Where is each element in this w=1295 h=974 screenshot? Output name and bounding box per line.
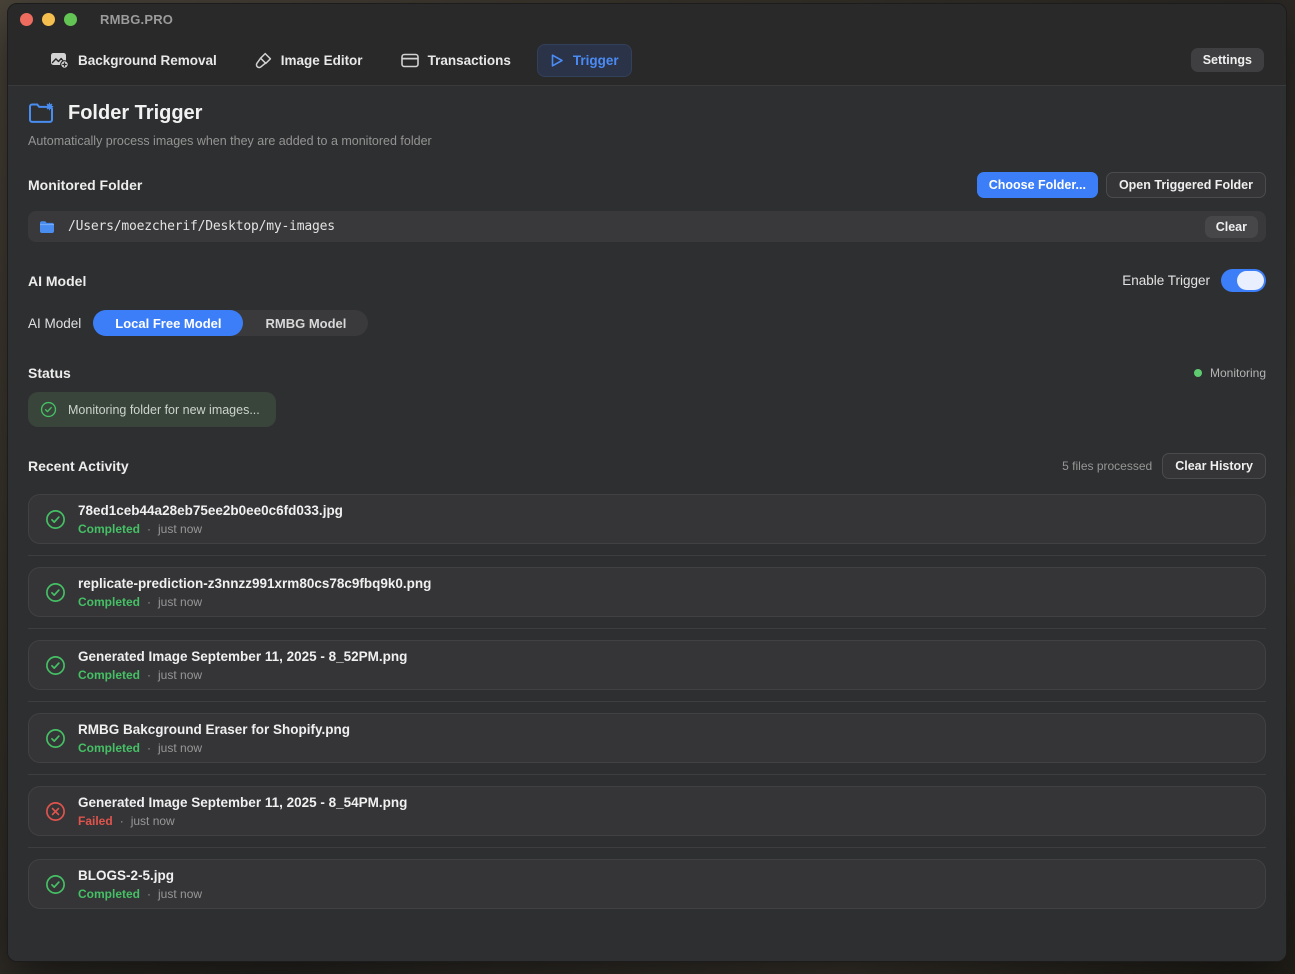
activity-filename: Generated Image September 11, 2025 - 8_5… — [78, 795, 407, 810]
page-subtitle: Automatically process images when they a… — [28, 134, 1266, 148]
folder-gear-icon — [28, 102, 55, 125]
activity-item[interactable]: RMBG Bakcground Eraser for Shopify.png C… — [28, 713, 1266, 763]
ai-model-segmented-control: Local Free Model RMBG Model — [93, 310, 368, 336]
activity-item[interactable]: BLOGS-2-5.jpg Completed · just now — [28, 859, 1266, 909]
activity-item[interactable]: replicate-prediction-z3nnzz991xrm80cs78c… — [28, 567, 1266, 617]
dot-separator: · — [147, 887, 151, 901]
ai-model-row-label: AI Model — [28, 316, 81, 331]
traffic-lights — [20, 13, 77, 26]
check-circle-icon — [45, 582, 66, 603]
activity-status: Completed — [78, 741, 140, 755]
segment-local-free-model[interactable]: Local Free Model — [93, 310, 243, 336]
tab-label: Transactions — [428, 53, 511, 68]
activity-filename: BLOGS-2-5.jpg — [78, 868, 202, 883]
trigger-page: Folder Trigger Automatically process ima… — [8, 86, 1286, 961]
monitored-folder-label: Monitored Folder — [28, 177, 142, 193]
open-triggered-folder-button[interactable]: Open Triggered Folder — [1106, 172, 1266, 198]
check-circle-icon — [45, 874, 66, 895]
tab-label: Background Removal — [78, 53, 217, 68]
activity-time: just now — [158, 595, 202, 609]
monitoring-badge: Monitoring — [1194, 366, 1266, 380]
tab-label: Trigger — [573, 53, 619, 68]
check-circle-icon — [45, 509, 66, 530]
list-divider — [28, 628, 1266, 629]
list-divider — [28, 774, 1266, 775]
app-window: RMBG.PRO Background Removal Image Editor… — [7, 3, 1287, 962]
files-processed-count: 5 files processed — [1062, 459, 1152, 473]
tab-trigger[interactable]: Trigger — [537, 44, 632, 77]
monitored-folder-path-field[interactable]: /Users/moezcherif/Desktop/my-images Clea… — [28, 211, 1266, 242]
activity-status: Failed — [78, 814, 113, 828]
activity-filename: Generated Image September 11, 2025 - 8_5… — [78, 649, 407, 664]
dot-separator: · — [147, 595, 151, 609]
activity-item[interactable]: Generated Image September 11, 2025 - 8_5… — [28, 786, 1266, 836]
activity-status: Completed — [78, 668, 140, 682]
choose-folder-button[interactable]: Choose Folder... — [977, 172, 1098, 198]
activity-status: Completed — [78, 522, 140, 536]
list-divider — [28, 701, 1266, 702]
tab-transactions[interactable]: Transactions — [389, 45, 523, 76]
check-circle-icon — [45, 655, 66, 676]
activity-filename: replicate-prediction-z3nnzz991xrm80cs78c… — [78, 576, 431, 591]
activity-status: Completed — [78, 887, 140, 901]
ai-model-section-label: AI Model — [28, 273, 86, 289]
dot-separator: · — [147, 668, 151, 682]
activity-time: just now — [158, 741, 202, 755]
activity-filename: RMBG Bakcground Eraser for Shopify.png — [78, 722, 350, 737]
zoom-window-button[interactable] — [64, 13, 77, 26]
folder-icon — [39, 220, 55, 234]
titlebar: RMBG.PRO — [8, 4, 1286, 35]
page-title: Folder Trigger — [68, 102, 202, 125]
play-icon — [550, 53, 564, 68]
activity-list: 78ed1ceb44a28eb75ee2b0ee0c6fd033.jpg Com… — [28, 494, 1266, 909]
window-title: RMBG.PRO — [100, 12, 173, 27]
activity-item[interactable]: 78ed1ceb44a28eb75ee2b0ee0c6fd033.jpg Com… — [28, 494, 1266, 544]
activity-time: just now — [158, 522, 202, 536]
monitoring-dot-icon — [1194, 369, 1202, 377]
segment-rmbg-model[interactable]: RMBG Model — [243, 310, 368, 336]
nav-tabs: Background Removal Image Editor Transact… — [38, 44, 632, 77]
credit-card-icon — [401, 53, 419, 68]
brush-icon — [255, 52, 272, 69]
close-window-button[interactable] — [20, 13, 33, 26]
tab-background-removal[interactable]: Background Removal — [38, 44, 229, 77]
tab-label: Image Editor — [281, 53, 363, 68]
check-circle-icon — [45, 728, 66, 749]
dot-separator: · — [147, 522, 151, 536]
dot-separator: · — [120, 814, 124, 828]
recent-activity-label: Recent Activity — [28, 458, 129, 474]
monitored-folder-path: /Users/moezcherif/Desktop/my-images — [68, 219, 1205, 234]
status-message-pill: Monitoring folder for new images... — [28, 392, 276, 427]
image-badge-icon — [50, 52, 69, 69]
enable-trigger-label: Enable Trigger — [1122, 273, 1210, 288]
monitoring-badge-label: Monitoring — [1210, 366, 1266, 380]
list-divider — [28, 847, 1266, 848]
activity-time: just now — [131, 814, 175, 828]
toggle-knob — [1237, 271, 1264, 290]
settings-button[interactable]: Settings — [1191, 48, 1264, 72]
check-circle-icon — [40, 401, 57, 418]
activity-item[interactable]: Generated Image September 11, 2025 - 8_5… — [28, 640, 1266, 690]
dot-separator: · — [147, 741, 151, 755]
clear-history-button[interactable]: Clear History — [1162, 453, 1266, 479]
status-message: Monitoring folder for new images... — [68, 403, 260, 417]
activity-time: just now — [158, 668, 202, 682]
tab-image-editor[interactable]: Image Editor — [243, 44, 375, 77]
activity-status: Completed — [78, 595, 140, 609]
enable-trigger-toggle[interactable] — [1221, 269, 1266, 292]
activity-filename: 78ed1ceb44a28eb75ee2b0ee0c6fd033.jpg — [78, 503, 343, 518]
activity-time: just now — [158, 887, 202, 901]
navbar: Background Removal Image Editor Transact… — [8, 35, 1286, 86]
list-divider — [28, 555, 1266, 556]
clear-path-button[interactable]: Clear — [1205, 216, 1258, 238]
x-circle-icon — [45, 801, 66, 822]
minimize-window-button[interactable] — [42, 13, 55, 26]
status-section-label: Status — [28, 365, 71, 381]
